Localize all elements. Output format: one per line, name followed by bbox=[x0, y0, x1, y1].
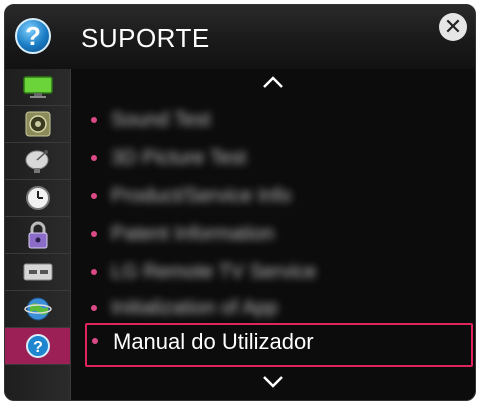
bullet-icon bbox=[91, 155, 97, 161]
bullet-icon bbox=[91, 231, 97, 237]
menu-item-remote-service[interactable]: LG Remote TV Service bbox=[85, 255, 473, 291]
remote-control-icon bbox=[23, 263, 52, 281]
bullet-icon bbox=[91, 269, 97, 275]
menu-item-sound-test[interactable]: Sound Test bbox=[85, 103, 473, 139]
support-dialog: ? SUPORTE ✕ ? Sound Test 3D Picture Test… bbox=[4, 4, 476, 401]
speaker-icon bbox=[25, 111, 50, 137]
sidebar-item-lock[interactable] bbox=[5, 217, 70, 254]
menu-item-label: LG Remote TV Service bbox=[111, 261, 317, 283]
close-button[interactable]: ✕ bbox=[439, 13, 467, 41]
category-sidebar: ? bbox=[5, 69, 71, 400]
sidebar-item-support[interactable]: ? bbox=[5, 328, 70, 365]
menu-item-label: Sound Test bbox=[111, 109, 211, 131]
menu-panel: Sound Test 3D Picture Test Product/Servi… bbox=[71, 69, 475, 400]
dialog-header: ? SUPORTE ✕ bbox=[5, 5, 475, 69]
dialog-title: SUPORTE bbox=[81, 23, 210, 53]
tv-screen-icon bbox=[22, 76, 53, 98]
padlock-icon bbox=[28, 221, 47, 249]
chevron-down-icon bbox=[263, 376, 283, 388]
bullet-icon bbox=[91, 305, 97, 311]
satellite-dish-icon bbox=[25, 150, 48, 173]
menu-item-user-manual[interactable]: Manual do Utilizador bbox=[85, 323, 473, 367]
sidebar-item-sound[interactable] bbox=[5, 106, 70, 143]
scroll-down-button[interactable] bbox=[71, 375, 475, 394]
menu-item-label: Manual do Utilizador bbox=[113, 329, 314, 354]
bullet-icon bbox=[92, 338, 98, 344]
sidebar-item-network[interactable] bbox=[5, 291, 70, 328]
menu-item-label: 3D Picture Test bbox=[111, 147, 247, 169]
help-icon: ? bbox=[25, 334, 50, 358]
sidebar-item-option[interactable] bbox=[5, 254, 70, 291]
sidebar-item-picture[interactable] bbox=[5, 69, 70, 106]
scroll-up-button[interactable] bbox=[71, 75, 475, 94]
bullet-icon bbox=[91, 117, 97, 123]
help-badge-icon: ? bbox=[15, 18, 51, 54]
menu-item-patent-information[interactable]: Patent Information bbox=[85, 217, 473, 253]
globe-icon bbox=[23, 297, 52, 321]
clock-icon bbox=[25, 186, 50, 210]
bullet-icon bbox=[91, 193, 97, 199]
menu-item-label: Patent Information bbox=[111, 223, 275, 245]
chevron-up-icon bbox=[263, 76, 283, 88]
help-icon-glyph: ? bbox=[33, 339, 43, 356]
menu-item-3d-picture-test[interactable]: 3D Picture Test bbox=[85, 141, 473, 177]
sidebar-item-time[interactable] bbox=[5, 180, 70, 217]
menu-item-label: Product/Service Info bbox=[111, 185, 292, 207]
menu-item-label: Initialization of App bbox=[111, 297, 278, 319]
menu-item-initialization[interactable]: Initialization of App bbox=[85, 291, 473, 327]
sidebar-item-channel[interactable] bbox=[5, 143, 70, 180]
menu-item-product-info[interactable]: Product/Service Info bbox=[85, 179, 473, 215]
